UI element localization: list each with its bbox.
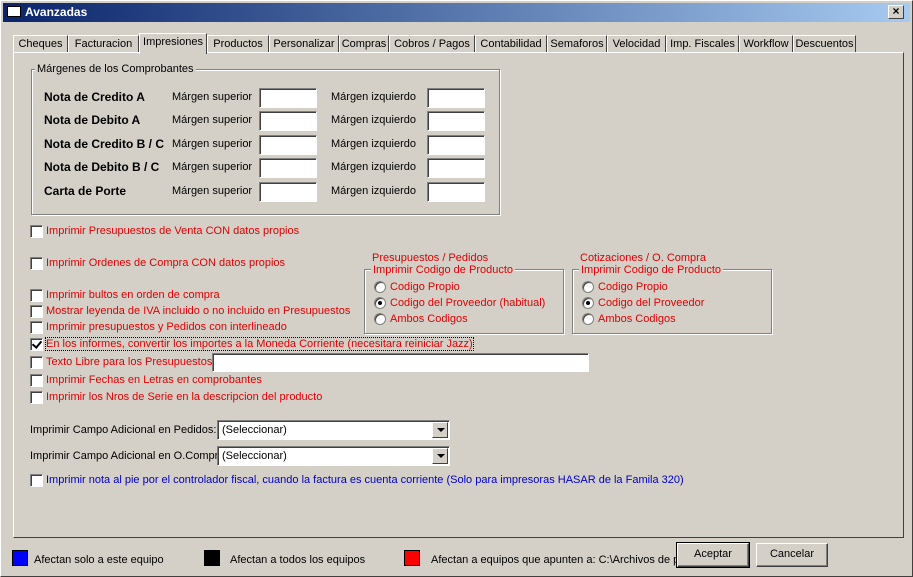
advanced-settings-window: Avanzadas × Cheques Facturacion Impresione…: [0, 0, 913, 577]
texto-libre-label[interactable]: Texto Libre para los Presupuestos:: [46, 356, 215, 368]
margin-top-label: Márgen superior: [172, 138, 253, 150]
compra_group-radio-ambos-codigos[interactable]: [582, 313, 594, 325]
tab-compras[interactable]: Compras: [339, 35, 389, 53]
margin-row-nota-de-debito-a: Nota de Debito A: [44, 113, 141, 127]
margin-left-label: Márgen izquierdo: [331, 91, 416, 103]
margin-top-label: Márgen superior: [172, 114, 253, 126]
compra-group-title: Imprimir Codigo de Producto: [579, 264, 724, 276]
pedidos-group-header: Presupuestos / Pedidos: [372, 252, 489, 264]
margin-top-input-carta-de-porte[interactable]: [259, 182, 317, 202]
cancel-button[interactable]: Cancelar: [756, 543, 828, 567]
margin-top-input-nota-de-credito-b-c[interactable]: [259, 135, 317, 155]
tab-impresiones[interactable]: Impresiones: [139, 33, 207, 54]
tab-facturacion[interactable]: Facturacion: [68, 35, 139, 53]
ocompra-campo-value: (Seleccionar): [222, 450, 287, 462]
tab-descuentos[interactable]: Descuentos: [793, 35, 856, 53]
compra-group-header: Cotizaciones / O. Compra: [580, 252, 706, 264]
presupuestos-propios-checkbox[interactable]: [30, 225, 43, 238]
margin-top-input-nota-de-credito-a[interactable]: [259, 88, 317, 108]
leyenda-iva-label[interactable]: Mostrar leyenda de IVA incluido o no inc…: [46, 305, 350, 317]
legend-black-text: Afectan a todos los equipos: [230, 554, 366, 566]
nota-pie-label[interactable]: Imprimir nota al pie por el controlador …: [46, 474, 684, 486]
accept-button[interactable]: Aceptar: [676, 542, 750, 568]
moneda-corriente-checkbox[interactable]: [30, 338, 43, 351]
chevron-down-icon[interactable]: [432, 448, 448, 464]
bultos-label[interactable]: Imprimir bultos en orden de compra: [46, 289, 220, 301]
margin-left-label: Márgen izquierdo: [331, 161, 416, 173]
tab-imp-fiscales[interactable]: Imp. Fiscales: [666, 35, 739, 53]
compra_group-radio-codigo-propio[interactable]: [582, 281, 594, 293]
window-title: Avanzadas: [25, 5, 88, 19]
pedidos-group-title: Imprimir Codigo de Producto: [371, 264, 516, 276]
presupuestos-propios-label[interactable]: Imprimir Presupuestos de Venta CON datos…: [46, 225, 299, 237]
tab-workflow[interactable]: Workflow: [739, 35, 793, 53]
margin-left-input-nota-de-credito-a[interactable]: [427, 88, 485, 108]
tab-contabilidad[interactable]: Contabilidad: [475, 35, 547, 53]
pedidos-campo-select[interactable]: (Seleccionar): [217, 420, 450, 440]
margins-group-title: Márgenes de los Comprobantes: [35, 63, 196, 75]
close-icon[interactable]: ×: [888, 5, 904, 19]
texto-libre-checkbox[interactable]: [30, 356, 43, 369]
pedidos_group-radio-codigo-del-proveedor-habitual[interactable]: [374, 297, 386, 309]
ocompra-campo-select[interactable]: (Seleccionar): [217, 446, 450, 466]
tab-personalizar[interactable]: Personalizar: [269, 35, 339, 53]
pedidos-campo-label: Imprimir Campo Adicional en Pedidos:: [30, 424, 217, 436]
margin-top-input-nota-de-debito-b-c[interactable]: [259, 158, 317, 178]
legend-black-swatch: [204, 550, 220, 566]
tab-cheques[interactable]: Cheques: [13, 35, 68, 53]
margin-left-label: Márgen izquierdo: [331, 185, 416, 197]
pedidos_group-radio-ambos-codigos[interactable]: [374, 313, 386, 325]
nota-pie-checkbox[interactable]: [30, 474, 43, 487]
ordenes-propios-checkbox[interactable]: [30, 257, 43, 270]
moneda-corriente-label[interactable]: En los informes, convertir los importes …: [45, 337, 474, 351]
tab-velocidad[interactable]: Velocidad: [607, 35, 666, 53]
margin-row-nota-de-credito-b-c: Nota de Credito B / C: [44, 137, 165, 151]
compra_group-radio-label-ambos-codigos[interactable]: Ambos Codigos: [598, 313, 676, 325]
pedidos_group-radio-codigo-propio[interactable]: [374, 281, 386, 293]
pedidos-campo-value: (Seleccionar): [222, 424, 287, 436]
margin-top-label: Márgen superior: [172, 161, 253, 173]
tab-cobros-pagos[interactable]: Cobros / Pagos: [389, 35, 475, 53]
legend-blue-swatch: [12, 550, 28, 566]
ordenes-propios-label[interactable]: Imprimir Ordenes de Compra CON datos pro…: [46, 257, 285, 269]
margin-row-nota-de-credito-a: Nota de Credito A: [44, 90, 145, 104]
fechas-letras-checkbox[interactable]: [30, 374, 43, 387]
compra_group-radio-label-codigo-propio[interactable]: Codigo Propio: [598, 281, 668, 293]
legend-red-swatch: [404, 550, 420, 566]
pedidos_group-radio-label-codigo-del-proveedor-habitual[interactable]: Codigo del Proveedor (habitual): [390, 297, 545, 309]
window-icon: [7, 6, 21, 17]
nros-serie-label[interactable]: Imprimir los Nros de Serie en la descrip…: [46, 391, 322, 403]
margin-left-label: Márgen izquierdo: [331, 138, 416, 150]
margin-left-input-nota-de-debito-a[interactable]: [427, 111, 485, 131]
title-bar[interactable]: Avanzadas ×: [3, 3, 910, 22]
nros-serie-checkbox[interactable]: [30, 391, 43, 404]
texto-libre-input[interactable]: [212, 353, 589, 372]
leyenda-iva-checkbox[interactable]: [30, 305, 43, 318]
interlineado-checkbox[interactable]: [30, 321, 43, 334]
margin-left-input-nota-de-debito-b-c[interactable]: [427, 158, 485, 178]
margin-top-label: Márgen superior: [172, 185, 253, 197]
margin-top-label: Márgen superior: [172, 91, 253, 103]
chevron-down-icon[interactable]: [432, 422, 448, 438]
margin-row-carta-de-porte: Carta de Porte: [44, 184, 127, 198]
ocompra-campo-label: Imprimir Campo Adicional en O.Compra:: [30, 450, 228, 462]
interlineado-label[interactable]: Imprimir presupuestos y Pedidos con inte…: [46, 321, 287, 333]
compra_group-radio-codigo-del-proveedor[interactable]: [582, 297, 594, 309]
margin-row-nota-de-debito-b-c: Nota de Debito B / C: [44, 160, 160, 174]
tab-semaforos[interactable]: Semaforos: [547, 35, 607, 53]
margin-left-input-nota-de-credito-b-c[interactable]: [427, 135, 485, 155]
tab-productos[interactable]: Productos: [207, 35, 269, 53]
margin-left-input-carta-de-porte[interactable]: [427, 182, 485, 202]
margin-top-input-nota-de-debito-a[interactable]: [259, 111, 317, 131]
legend-blue-text: Afectan solo a este equipo: [34, 554, 164, 566]
fechas-letras-label[interactable]: Imprimir Fechas en Letras en comprobante…: [46, 374, 262, 386]
compra_group-radio-label-codigo-del-proveedor[interactable]: Codigo del Proveedor: [598, 297, 704, 309]
margin-left-label: Márgen izquierdo: [331, 114, 416, 126]
pedidos_group-radio-label-ambos-codigos[interactable]: Ambos Codigos: [390, 313, 468, 325]
legend-red-text: Afectan a equipos que apunten a: C:\Arch…: [431, 554, 698, 566]
pedidos_group-radio-label-codigo-propio[interactable]: Codigo Propio: [390, 281, 460, 293]
bultos-checkbox[interactable]: [30, 289, 43, 302]
